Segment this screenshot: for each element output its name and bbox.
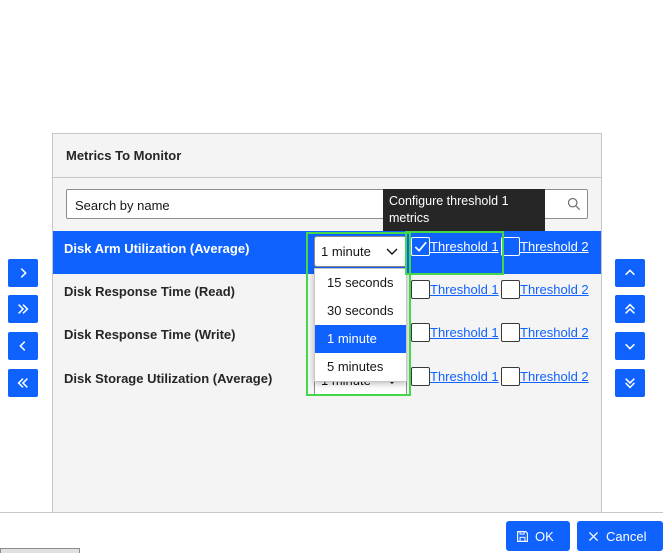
threshold1-checkbox[interactable] bbox=[411, 323, 430, 342]
move-left-button[interactable] bbox=[8, 332, 38, 360]
cancel-button[interactable]: Cancel bbox=[577, 521, 663, 551]
dialog-footer: OK Cancel bbox=[0, 512, 663, 554]
move-bottom-button[interactable] bbox=[615, 369, 645, 397]
ok-label: OK bbox=[535, 528, 554, 544]
threshold1-link[interactable]: Threshold 1 bbox=[430, 282, 499, 297]
interval-option[interactable]: 15 seconds bbox=[315, 269, 406, 297]
chevron-up-icon bbox=[625, 269, 635, 276]
metric-name: Disk Storage Utilization (Average) bbox=[64, 371, 273, 386]
metric-name: Disk Arm Utilization (Average) bbox=[64, 241, 250, 256]
interval-select[interactable]: 1 minute bbox=[314, 236, 407, 267]
horizontal-scrollbar[interactable] bbox=[0, 548, 80, 553]
threshold2-link[interactable]: Threshold 2 bbox=[520, 239, 589, 254]
double-chevron-left-icon bbox=[17, 378, 28, 388]
threshold1-checkbox[interactable] bbox=[411, 237, 430, 256]
move-all-right-button[interactable] bbox=[8, 295, 38, 323]
metric-name: Disk Response Time (Write) bbox=[64, 327, 236, 342]
threshold2-checkbox[interactable] bbox=[501, 280, 520, 299]
threshold-tooltip: Configure threshold 1 metrics bbox=[383, 189, 545, 231]
double-chevron-down-icon bbox=[625, 378, 635, 389]
chevron-right-icon bbox=[20, 268, 27, 278]
metric-name: Disk Response Time (Read) bbox=[64, 284, 235, 299]
interval-dropdown-menu: 15 seconds 30 seconds 1 minute 5 minutes bbox=[314, 268, 407, 382]
close-icon bbox=[588, 531, 599, 541]
threshold2-link[interactable]: Threshold 2 bbox=[520, 369, 589, 384]
threshold2-checkbox[interactable] bbox=[501, 367, 520, 386]
move-down-button[interactable] bbox=[615, 332, 645, 360]
interval-option-selected[interactable]: 1 minute bbox=[315, 325, 406, 353]
panel-title: Metrics To Monitor bbox=[66, 148, 182, 163]
threshold1-link[interactable]: Threshold 1 bbox=[430, 369, 499, 384]
move-right-button[interactable] bbox=[8, 259, 38, 287]
threshold2-link[interactable]: Threshold 2 bbox=[520, 282, 589, 297]
double-chevron-right-icon bbox=[18, 304, 29, 314]
panel-header: Metrics To Monitor bbox=[53, 134, 601, 178]
threshold2-link[interactable]: Threshold 2 bbox=[520, 325, 589, 340]
chevron-left-icon bbox=[19, 341, 26, 351]
interval-option[interactable]: 30 seconds bbox=[315, 297, 406, 325]
double-chevron-up-icon bbox=[625, 303, 635, 314]
threshold1-checkbox[interactable] bbox=[411, 367, 430, 386]
threshold1-link[interactable]: Threshold 1 bbox=[430, 325, 499, 340]
save-icon bbox=[517, 530, 528, 542]
move-all-left-button[interactable] bbox=[8, 369, 38, 397]
chevron-down-icon bbox=[625, 343, 635, 350]
move-top-button[interactable] bbox=[615, 295, 645, 323]
threshold2-checkbox[interactable] bbox=[501, 237, 520, 256]
ok-button[interactable]: OK bbox=[506, 521, 570, 551]
search-icon[interactable] bbox=[567, 197, 581, 211]
threshold2-checkbox[interactable] bbox=[501, 323, 520, 342]
threshold1-checkbox[interactable] bbox=[411, 280, 430, 299]
checkmark-icon bbox=[414, 241, 427, 252]
move-up-button[interactable] bbox=[615, 259, 645, 287]
cancel-label: Cancel bbox=[606, 528, 647, 544]
threshold1-link[interactable]: Threshold 1 bbox=[430, 239, 499, 254]
chevron-down-icon bbox=[386, 248, 398, 255]
interval-value: 1 minute bbox=[321, 244, 371, 259]
interval-option[interactable]: 5 minutes bbox=[315, 353, 406, 381]
